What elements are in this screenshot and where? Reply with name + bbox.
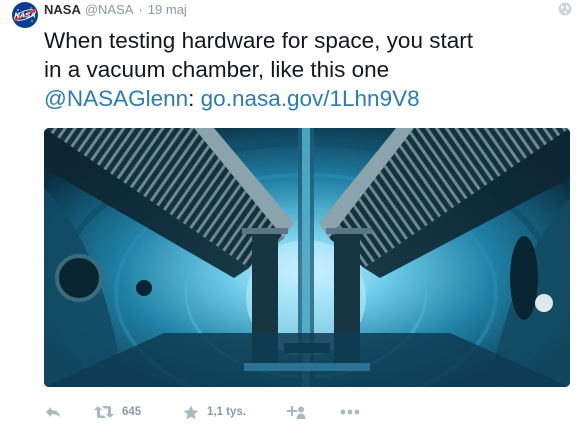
tweet-photo[interactable] xyxy=(44,128,570,387)
follow-button[interactable] xyxy=(286,402,306,422)
favorite-count: 1,1 tys. xyxy=(207,406,246,418)
separator: · xyxy=(138,2,143,17)
retweet-button[interactable]: 645 xyxy=(94,402,141,422)
svg-text:NASA: NASA xyxy=(14,11,35,20)
vacuum-chamber-image xyxy=(44,128,570,387)
tweet-actions: 645 1,1 tys. xyxy=(44,402,574,422)
tweet-text-line-3: @NASAGlenn: go.nasa.gov/1Lhn9V8 xyxy=(44,86,420,111)
retweet-count: 645 xyxy=(122,406,142,418)
retweet-icon xyxy=(94,406,114,418)
tweet-text-line-2: in a vacuum chamber, like this one xyxy=(44,57,390,82)
author-name[interactable]: NASA xyxy=(44,2,81,17)
reply-icon xyxy=(46,407,60,417)
url-link[interactable]: go.nasa.gov/1Lhn9V8 xyxy=(201,86,420,111)
tweet-text-line-1: When testing hardware for space, you sta… xyxy=(44,28,473,53)
more-button[interactable] xyxy=(340,402,360,422)
tweet-header: NASA @NASA · 19 maj xyxy=(44,2,187,18)
globe-icon xyxy=(558,2,572,16)
author-handle[interactable]: @NASA xyxy=(85,2,134,17)
tweet-text: When testing hardware for space, you sta… xyxy=(44,26,574,113)
mention-link[interactable]: @NASAGlenn xyxy=(44,86,188,111)
add-user-icon xyxy=(287,405,306,419)
nasa-logo-icon: NASA xyxy=(12,2,38,28)
avatar[interactable]: NASA xyxy=(12,2,38,28)
star-icon xyxy=(183,405,199,419)
more-icon xyxy=(340,409,360,415)
timestamp[interactable]: 19 maj xyxy=(148,2,187,17)
reply-button[interactable] xyxy=(44,402,62,422)
favorite-button[interactable]: 1,1 tys. xyxy=(183,402,246,422)
